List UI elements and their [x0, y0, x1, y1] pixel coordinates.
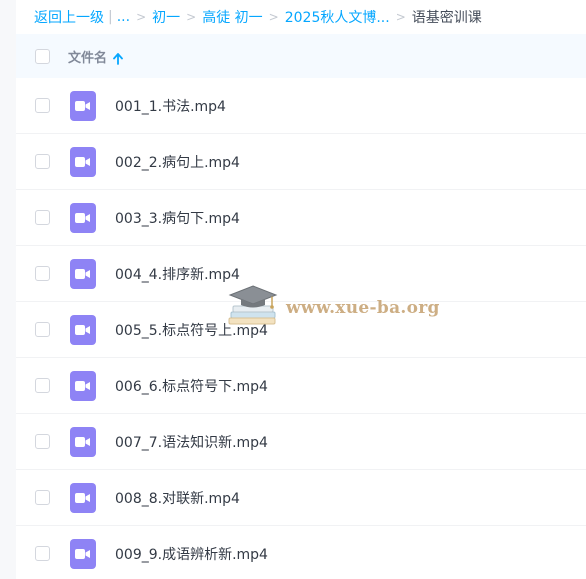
row-checkbox[interactable]	[35, 546, 50, 561]
breadcrumb-current: 语基密训课	[411, 10, 482, 26]
video-file-icon	[70, 370, 96, 401]
file-name[interactable]: 003_3.病句下.mp4	[115, 208, 240, 228]
back-link[interactable]: 返回上一级	[34, 7, 104, 27]
breadcrumb-separator: >	[395, 10, 406, 24]
video-file-icon	[70, 482, 96, 513]
file-row[interactable]: 005_5.标点符号上.mp4	[16, 302, 586, 358]
row-checkbox[interactable]	[35, 154, 50, 169]
row-checkbox[interactable]	[35, 322, 50, 337]
file-row[interactable]: 003_3.病句下.mp4	[16, 190, 586, 246]
video-file-icon	[70, 426, 96, 457]
breadcrumb-separator: >	[186, 10, 197, 24]
video-file-icon	[70, 146, 96, 177]
row-checkbox[interactable]	[35, 378, 50, 393]
file-row[interactable]: 004_4.排序新.mp4	[16, 246, 586, 302]
breadcrumb-divider: |	[108, 9, 113, 25]
file-name[interactable]: 007_7.语法知识新.mp4	[115, 432, 268, 452]
left-gutter	[0, 0, 16, 579]
video-file-icon	[70, 314, 96, 345]
breadcrumb-item-grade[interactable]: 初一	[152, 7, 180, 27]
select-all-checkbox[interactable]	[35, 48, 50, 64]
file-name[interactable]: 001_1.书法.mp4	[115, 96, 226, 116]
column-header-filename[interactable]: 文件名	[68, 47, 107, 66]
row-checkbox[interactable]	[35, 98, 50, 113]
breadcrumb-separator: >	[136, 10, 147, 24]
file-name[interactable]: 005_5.标点符号上.mp4	[115, 320, 268, 340]
file-name[interactable]: 009_9.成语辨析新.mp4	[115, 544, 268, 564]
breadcrumb: 返回上一级 | ... > 初一 > 高徒 初一 > 2025秋人文博... >…	[34, 0, 482, 34]
video-file-icon	[70, 538, 96, 569]
breadcrumb-item-term[interactable]: 2025秋人文博...	[285, 7, 390, 27]
video-file-icon	[70, 202, 96, 233]
file-row[interactable]: 001_1.书法.mp4	[16, 78, 586, 134]
list-header: 文件名	[16, 34, 586, 78]
file-name[interactable]: 004_4.排序新.mp4	[115, 264, 240, 284]
file-row[interactable]: 009_9.成语辨析新.mp4	[16, 526, 586, 579]
row-checkbox[interactable]	[35, 210, 50, 225]
file-row[interactable]: 002_2.病句上.mp4	[16, 134, 586, 190]
file-list: 001_1.书法.mp4 002_2.病句上.mp4 003_3.病句下.mp4…	[16, 78, 586, 579]
row-checkbox[interactable]	[35, 490, 50, 505]
file-browser: 返回上一级 | ... > 初一 > 高徒 初一 > 2025秋人文博... >…	[0, 0, 586, 579]
video-file-icon	[70, 258, 96, 289]
video-file-icon	[70, 90, 96, 121]
file-name[interactable]: 002_2.病句上.mp4	[115, 152, 240, 172]
sort-ascending-icon[interactable]	[113, 50, 123, 65]
file-name[interactable]: 008_8.对联新.mp4	[115, 488, 240, 508]
file-name[interactable]: 006_6.标点符号下.mp4	[115, 376, 268, 396]
breadcrumb-ellipsis[interactable]: ...	[117, 9, 130, 25]
file-row[interactable]: 006_6.标点符号下.mp4	[16, 358, 586, 414]
file-row[interactable]: 008_8.对联新.mp4	[16, 470, 586, 526]
breadcrumb-item-course[interactable]: 高徒 初一	[202, 7, 262, 27]
breadcrumb-separator: >	[268, 10, 279, 24]
row-checkbox[interactable]	[35, 266, 50, 281]
row-checkbox[interactable]	[35, 434, 50, 449]
file-row[interactable]: 007_7.语法知识新.mp4	[16, 414, 586, 470]
